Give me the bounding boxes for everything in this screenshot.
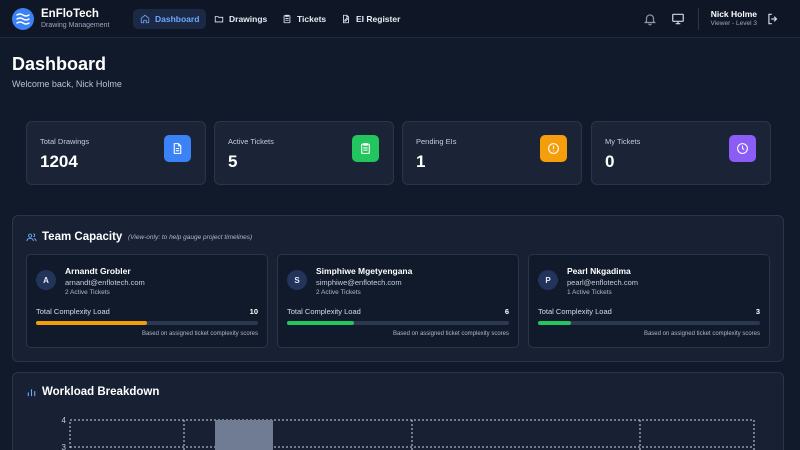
team-member-card: S Simphiwe Mgetyengana simphiwe@enflotec… bbox=[277, 254, 519, 348]
file-edit-icon bbox=[343, 14, 349, 24]
stat-value: 1 bbox=[416, 152, 426, 171]
alert-circle-icon bbox=[540, 135, 567, 162]
bell-icon[interactable] bbox=[643, 12, 657, 26]
logout-icon[interactable] bbox=[766, 12, 780, 26]
stat-value: 5 bbox=[228, 152, 238, 171]
member-name: Arnandt Grobler bbox=[65, 266, 131, 276]
team-capacity-title: Team Capacity bbox=[42, 231, 123, 243]
nav-drawings-label: Drawings bbox=[229, 14, 268, 24]
bar-chart-icon bbox=[27, 389, 36, 397]
stat-label: My Tickets bbox=[605, 137, 641, 146]
clock-icon bbox=[729, 135, 756, 162]
clipboard-icon bbox=[283, 14, 291, 24]
stat-card-total-drawings[interactable]: Total Drawings 1204 bbox=[26, 121, 206, 185]
load-label: Total Complexity Load bbox=[287, 307, 361, 316]
load-value: 3 bbox=[755, 307, 760, 316]
avatar: P bbox=[538, 270, 558, 290]
load-value: 10 bbox=[249, 307, 258, 316]
document-icon bbox=[164, 135, 191, 162]
load-bar bbox=[287, 321, 509, 325]
load-note: Based on assigned ticket complexity scor… bbox=[643, 331, 760, 337]
member-email: simphiwe@enflotech.com bbox=[316, 278, 402, 287]
team-member-card: A Arnandt Grobler arnandt@enflotech.com … bbox=[26, 254, 268, 348]
nav-tickets[interactable]: Tickets bbox=[275, 9, 333, 29]
logo-icon[interactable] bbox=[12, 8, 34, 30]
stat-label: Pending EIs bbox=[416, 137, 457, 146]
users-icon bbox=[26, 233, 37, 242]
stat-card-my-tickets[interactable]: My Tickets 0 bbox=[591, 121, 771, 185]
load-bar-fill bbox=[36, 321, 147, 325]
stat-label: Active Tickets bbox=[228, 137, 274, 146]
workload-title: Workload Breakdown bbox=[42, 386, 160, 398]
avatar: S bbox=[287, 270, 307, 290]
y-tick-label: 3 bbox=[62, 443, 67, 450]
top-nav-bar: EnFloTech Drawing Management Dashboard D… bbox=[0, 0, 800, 38]
member-ticket-count: 2 Active Tickets bbox=[316, 289, 361, 296]
stat-label: Total Drawings bbox=[40, 137, 90, 146]
clipboard-list-icon bbox=[352, 135, 379, 162]
nav-ei-register[interactable]: EI Register bbox=[334, 9, 407, 29]
load-label: Total Complexity Load bbox=[36, 307, 110, 316]
avatar: A bbox=[36, 270, 56, 290]
stat-card-active-tickets[interactable]: Active Tickets 5 bbox=[214, 121, 394, 185]
load-label: Total Complexity Load bbox=[538, 307, 612, 316]
nav-tickets-label: Tickets bbox=[297, 14, 327, 24]
load-bar-fill bbox=[287, 321, 354, 325]
workload-bar[interactable] bbox=[215, 420, 273, 450]
home-icon bbox=[140, 14, 150, 24]
load-bar bbox=[36, 321, 258, 325]
nav-divider bbox=[698, 8, 699, 30]
user-menu[interactable]: Nick Holme Viewer - Level 3 bbox=[711, 9, 758, 27]
team-member-card: P Pearl Nkgadima pearl@enflotech.com 1 A… bbox=[528, 254, 770, 348]
team-capacity-note: (View-only: to help gauge project timeli… bbox=[128, 234, 253, 241]
load-note: Based on assigned ticket complexity scor… bbox=[141, 331, 258, 337]
nav-drawings[interactable]: Drawings bbox=[207, 9, 274, 29]
member-email: arnandt@enflotech.com bbox=[65, 278, 145, 287]
user-role: Viewer - Level 3 bbox=[710, 20, 758, 27]
app-name: EnFloTech bbox=[41, 8, 99, 20]
nav-ei-register-label: EI Register bbox=[356, 14, 401, 24]
stat-value: 0 bbox=[605, 152, 615, 171]
member-name: Simphiwe Mgetyengana bbox=[316, 266, 413, 276]
nav-dashboard[interactable]: Dashboard bbox=[133, 9, 207, 29]
workload-chart: 43 bbox=[62, 416, 755, 450]
page-title: Dashboard bbox=[12, 54, 107, 74]
stat-card-pending-eis[interactable]: Pending EIs 1 bbox=[402, 121, 582, 185]
monitor-icon[interactable] bbox=[671, 12, 685, 26]
y-tick-label: 4 bbox=[62, 416, 67, 425]
welcome-text: Welcome back, Nick Holme bbox=[12, 79, 122, 89]
folder-icon bbox=[214, 16, 224, 23]
member-email: pearl@enflotech.com bbox=[567, 278, 638, 287]
load-note: Based on assigned ticket complexity scor… bbox=[392, 331, 509, 337]
nav-dashboard-label: Dashboard bbox=[155, 14, 200, 24]
member-name: Pearl Nkgadima bbox=[567, 266, 631, 276]
load-bar-fill bbox=[538, 321, 572, 325]
user-name: Nick Holme bbox=[710, 9, 757, 19]
stat-value: 1204 bbox=[40, 152, 78, 171]
member-ticket-count: 2 Active Tickets bbox=[65, 289, 110, 296]
load-value: 6 bbox=[504, 307, 509, 316]
app-subtitle: Drawing Management bbox=[41, 22, 110, 29]
member-ticket-count: 1 Active Tickets bbox=[567, 289, 612, 296]
load-bar bbox=[538, 321, 760, 325]
